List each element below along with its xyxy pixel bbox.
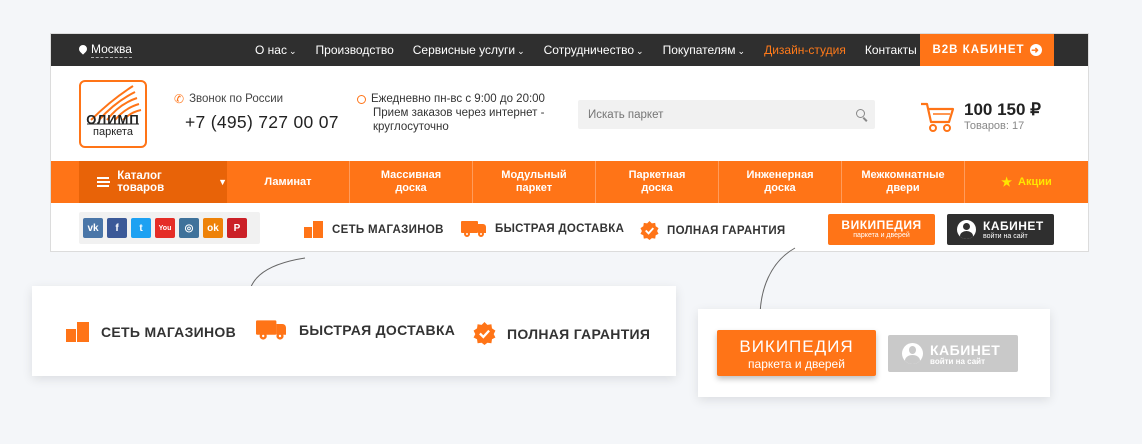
callout-feature-delivery[interactable]: БЫСТРАЯ ДОСТАВКА	[256, 320, 456, 340]
callout-warranty-label: ПОЛНАЯ ГАРАНТИЯ	[507, 325, 651, 342]
callout-wiki-title: ВИКИПЕДИЯ	[739, 337, 854, 356]
callout-cabinet-subtitle: войти на сайт	[930, 357, 986, 366]
truck-icon	[256, 320, 287, 340]
user-avatar-icon	[902, 343, 923, 364]
callout-wiki-button[interactable]: ВИКИПЕДИЯ паркета и дверей	[717, 330, 876, 376]
callout-feature-warranty[interactable]: ПОЛНАЯ ГАРАНТИЯ	[473, 322, 650, 345]
callout-wiki-subtitle: паркета и дверей	[748, 357, 845, 371]
callout-feature-stores[interactable]: СЕТЬ МАГАЗИНОВ	[66, 322, 236, 342]
callout-cabinet-title: КАБИНЕТ	[930, 342, 1001, 358]
callout-cabinet-button[interactable]: КАБИНЕТ войти на сайт	[888, 335, 1018, 372]
checkmark-badge-icon	[473, 322, 496, 345]
buttons-callout: ВИКИПЕДИЯ паркета и дверей КАБИНЕТ войти…	[698, 309, 1050, 397]
features-callout: СЕТЬ МАГАЗИНОВ БЫСТРАЯ ДОСТАВКА ПОЛНАЯ Г…	[32, 286, 676, 376]
buildings-icon	[66, 322, 90, 342]
callout-delivery-label: БЫСТРАЯ ДОСТАВКА	[299, 322, 456, 338]
callout-stores-label: СЕТЬ МАГАЗИНОВ	[101, 324, 237, 340]
